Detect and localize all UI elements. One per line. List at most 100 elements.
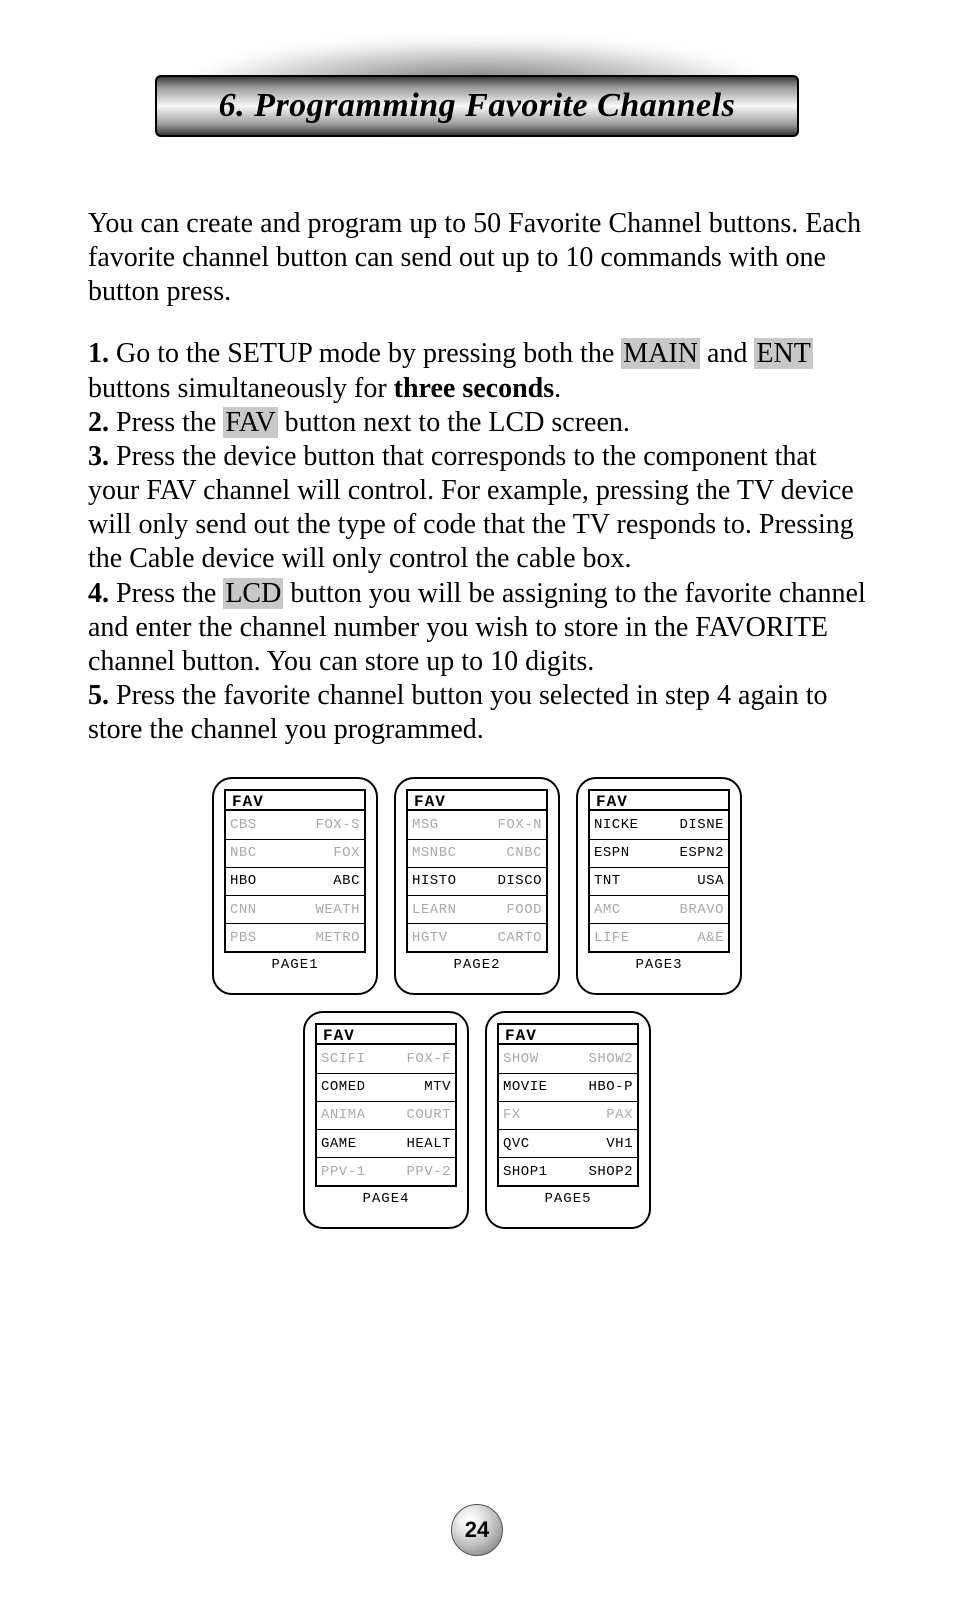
lcd-screen: FAVNICKEDISNEESPNESPN2TNTUSAAMCBRAVOLIFE…: [588, 789, 730, 953]
lcd-device: FAVMSGFOX-NMSNBCCNBCHISTODISCOLEARNFOODH…: [394, 777, 560, 995]
lcd-channel-row: MSG FOX-N: [408, 811, 546, 839]
lcd-channel-row: CNN WEATH: [226, 896, 364, 924]
step-number: 1.: [88, 338, 109, 369]
lcd-channel-rows: SHOW SHOW2 MOVIE HBO-P FX PAX QVC VH1 SHOP1SHOP2: [499, 1045, 637, 1185]
channel-right: MTV: [424, 1079, 451, 1095]
body-text: You can create and program up to 50 Favo…: [88, 207, 866, 747]
channel-left: HGTV: [412, 930, 448, 946]
text: Press the device button that corresponds…: [88, 441, 854, 574]
channel-left: MOVIE: [503, 1079, 548, 1095]
channel-left: MSNBC: [412, 845, 457, 861]
channel-left: AMC: [594, 902, 621, 918]
text: Press the favorite channel button you se…: [88, 680, 827, 745]
channel-left: NBC: [230, 845, 257, 861]
step-number: 3.: [88, 441, 109, 472]
channel-left: TNT: [594, 873, 621, 889]
lcd-title: FAV: [226, 791, 364, 811]
bold-text: three seconds: [394, 373, 554, 404]
lcd-channel-row: NICKE DISNE: [590, 811, 728, 839]
highlight-main: MAIN: [621, 338, 700, 369]
highlight-ent: ENT: [754, 338, 812, 369]
channel-left: CBS: [230, 817, 257, 833]
channel-right: HBO-P: [588, 1079, 633, 1095]
channel-right: CNBC: [506, 845, 542, 861]
lcd-channel-row: MSNBC CNBC: [408, 840, 546, 868]
text: button next to the LCD screen.: [278, 407, 630, 438]
intro-paragraph: You can create and program up to 50 Favo…: [88, 207, 866, 309]
lcd-row-top: FAVCBSFOX-SNBCFOXHBOABCCNNWEATHPBSMETROP…: [212, 777, 742, 995]
channel-left: LIFE: [594, 930, 630, 946]
lcd-title: FAV: [317, 1025, 455, 1045]
channel-right: BRAVO: [679, 902, 724, 918]
channel-right: FOX-N: [497, 817, 542, 833]
lcd-channel-row: HISTODISCO: [408, 868, 546, 896]
lcd-page-label: PAGE2: [453, 957, 500, 973]
lcd-page-label: PAGE4: [362, 1191, 409, 1207]
lcd-channel-row: GAMEHEALT: [317, 1130, 455, 1158]
channel-right: VH1: [606, 1136, 633, 1152]
channel-left: COMED: [321, 1079, 366, 1095]
lcd-channel-row: HBO ABC: [226, 868, 364, 896]
channel-left: FX: [503, 1107, 521, 1123]
channel-right: METRO: [315, 930, 360, 946]
channel-right: HEALT: [406, 1136, 451, 1152]
channel-right: ABC: [333, 873, 360, 889]
channel-left: CNN: [230, 902, 257, 918]
lcd-screen: FAVSHOWSHOW2MOVIEHBO-PFXPAXQVCVH1SHOP1SH…: [497, 1023, 639, 1187]
lcd-channel-row: SCIFIFOX-F: [317, 1045, 455, 1073]
channel-left: SHOW: [503, 1051, 539, 1067]
lcd-channel-row: PBS METRO: [226, 924, 364, 951]
lcd-channel-row: SHOP1SHOP2: [499, 1158, 637, 1185]
lcd-page-label: PAGE5: [544, 1191, 591, 1207]
channel-right: WEATH: [315, 902, 360, 918]
lcd-title: FAV: [408, 791, 546, 811]
highlight-fav: FAV: [223, 407, 277, 438]
channel-right: FOX-S: [315, 817, 360, 833]
channel-left: MSG: [412, 817, 439, 833]
text: Press the: [109, 407, 223, 438]
channel-left: SCIFI: [321, 1051, 366, 1067]
channel-right: DISNE: [679, 817, 724, 833]
lcd-screen: FAVMSGFOX-NMSNBCCNBCHISTODISCOLEARNFOODH…: [406, 789, 548, 953]
channel-left: NICKE: [594, 817, 639, 833]
lcd-screen: FAVSCIFIFOX-F COMED MTV ANIMACOURTGAMEHEALT…: [315, 1023, 457, 1187]
channel-left: SHOP1: [503, 1164, 548, 1180]
lcd-title: FAV: [590, 791, 728, 811]
lcd-channel-row: SHOW SHOW2: [499, 1045, 637, 1073]
page: 6. Programming Favorite Channels You can…: [0, 0, 954, 1616]
step-number: 4.: [88, 578, 109, 609]
lcd-channel-row: TNTUSA: [590, 868, 728, 896]
channel-left: ESPN: [594, 845, 630, 861]
lcd-device: FAVSCIFIFOX-F COMED MTV ANIMACOURTGAMEHEALT…: [303, 1011, 469, 1229]
lcd-device: FAVNICKEDISNEESPNESPN2TNTUSAAMCBRAVOLIFE…: [576, 777, 742, 995]
lcd-page-label: PAGE3: [635, 957, 682, 973]
lcd-channel-row: LEARNFOOD: [408, 896, 546, 924]
channel-left: HBO: [230, 873, 257, 889]
lcd-channel-row: ANIMACOURT: [317, 1102, 455, 1130]
channel-right: PAX: [606, 1107, 633, 1123]
lcd-channel-row: HGTVCARTO: [408, 924, 546, 951]
channel-left: PPV-1: [321, 1164, 366, 1180]
page-number-badge: 24: [451, 1504, 503, 1556]
text: buttons simultaneously for: [88, 373, 394, 404]
channel-left: PBS: [230, 930, 257, 946]
lcd-channel-row: CBS FOX-S: [226, 811, 364, 839]
lcd-channel-row: PPV-1PPV-2: [317, 1158, 455, 1185]
step-2: 2. Press the FAV button next to the LCD …: [88, 406, 866, 440]
lcd-device: FAVCBSFOX-SNBCFOXHBOABCCNNWEATHPBSMETROP…: [212, 777, 378, 995]
lcd-channel-row: LIFE A&E: [590, 924, 728, 951]
step-5: 5. Press the favorite channel button you…: [88, 679, 866, 747]
lcd-page-label: PAGE1: [271, 957, 318, 973]
channel-right: FOOD: [506, 902, 542, 918]
channel-right: SHOW2: [588, 1051, 633, 1067]
channel-left: QVC: [503, 1136, 530, 1152]
channel-right: COURT: [406, 1107, 451, 1123]
highlight-lcd: LCD: [223, 578, 283, 609]
channel-right: A&E: [697, 930, 724, 946]
step-number: 2.: [88, 407, 109, 438]
lcd-channel-row: COMED MTV: [317, 1074, 455, 1102]
step-number: 5.: [88, 680, 109, 711]
lcd-screen: FAVCBSFOX-SNBCFOXHBOABCCNNWEATHPBSMETRO: [224, 789, 366, 953]
lcd-channel-row: FX PAX: [499, 1102, 637, 1130]
lcd-channel-rows: NICKEDISNEESPNESPN2TNTUSAAMCBRAVOLIFEA&E: [590, 811, 728, 951]
